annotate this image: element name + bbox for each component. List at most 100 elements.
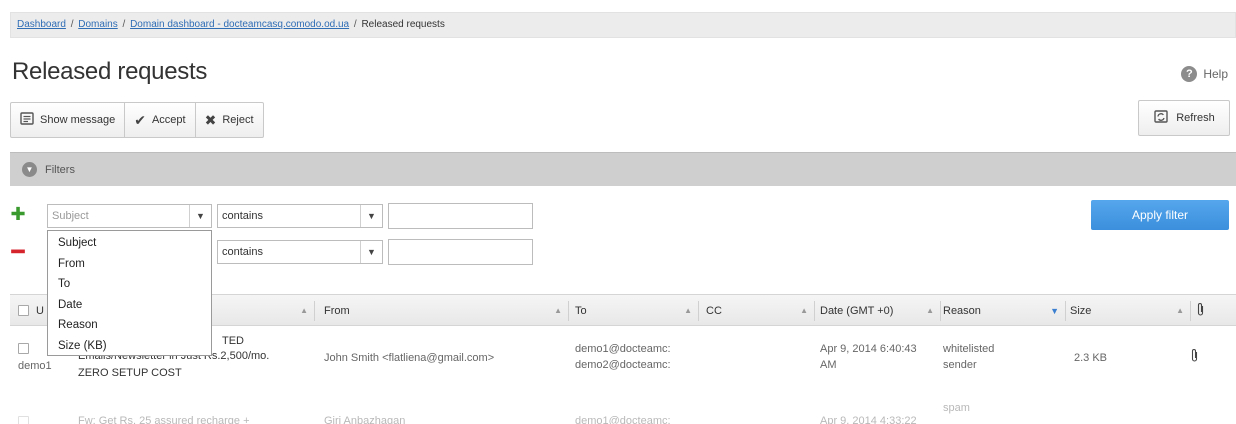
apply-filter-button[interactable]: Apply filter — [1091, 200, 1229, 230]
breadcrumb-separator: / — [70, 19, 74, 30]
sort-icon: ▲ — [1176, 306, 1184, 315]
row-from: Giri Anbazhagan — [324, 415, 406, 424]
column-divider — [940, 301, 941, 321]
row-date-line1: Apr 9, 2014 4:33:22 — [820, 415, 917, 424]
filters-header[interactable]: ▼ Filters — [10, 152, 1236, 186]
column-divider — [814, 301, 815, 321]
accept-label: Accept — [151, 114, 186, 126]
row-to-line1: demo1@docteamc: — [575, 343, 671, 355]
refresh-label: Refresh — [1176, 112, 1215, 124]
row-date-line2: AM — [820, 359, 837, 371]
column-from[interactable]: From ▲ — [324, 295, 568, 326]
column-size[interactable]: Size ▲ — [1070, 295, 1190, 326]
filter-value-input[interactable] — [388, 203, 533, 229]
help-icon: ? — [1181, 66, 1198, 82]
action-toolbar: Show message ✔ Accept ✖ Reject — [10, 102, 264, 138]
row-reason-line2: sender — [943, 359, 977, 371]
column-cc[interactable]: CC ▲ — [706, 295, 814, 326]
sort-icon: ▲ — [684, 306, 692, 315]
dropdown-option-subject[interactable]: Subject — [48, 233, 211, 254]
row-reason-line1: spam — [943, 402, 970, 414]
sort-icon: ▲ — [300, 306, 308, 315]
show-message-label: Show message — [40, 114, 116, 126]
row-to-line2: demo2@docteamc: — [575, 359, 671, 371]
dropdown-option-from[interactable]: From — [48, 254, 211, 275]
column-reason[interactable]: Reason ▼ — [943, 295, 1065, 326]
select-all-checkbox-cell — [18, 295, 29, 326]
column-date[interactable]: Date (GMT +0) ▲ — [820, 295, 940, 326]
checkmark-icon: ✔ — [134, 111, 146, 128]
breadcrumb-domain-dashboard-link[interactable]: Domain dashboard - docteamcasq.comodo.od… — [130, 19, 349, 30]
column-divider — [314, 301, 315, 321]
row-checkbox[interactable] — [18, 343, 29, 354]
sort-desc-icon: ▼ — [1050, 305, 1059, 316]
row-from: John Smith <flatliena@gmail.com> — [324, 352, 495, 364]
filter-operator-value: contains — [222, 210, 263, 222]
row-user: demo1 — [18, 360, 52, 372]
dropdown-option-reason[interactable]: Reason — [48, 315, 211, 336]
accept-button[interactable]: ✔ Accept — [125, 103, 196, 137]
row-size: 2.3 KB — [1074, 352, 1108, 364]
column-attachment[interactable] — [1196, 295, 1226, 326]
row-subject-line3: ZERO SETUP COST — [78, 367, 182, 379]
help-button[interactable]: ? Help — [1181, 66, 1228, 82]
column-date-label: Date (GMT +0) — [820, 304, 894, 317]
reject-label: Reject — [222, 114, 254, 126]
dropdown-option-date[interactable]: Date — [48, 295, 211, 316]
table-row[interactable]: Fw: Get Rs. 25 assured recharge + Giri A… — [10, 396, 1236, 424]
filter-row-1: ✚ — [10, 200, 26, 228]
column-divider — [1065, 301, 1066, 321]
breadcrumb-separator: / — [122, 19, 126, 30]
show-message-button[interactable]: Show message — [11, 103, 126, 137]
breadcrumb-dashboard-link[interactable]: Dashboard — [17, 19, 66, 30]
reject-button[interactable]: ✖ Reject — [196, 103, 263, 137]
column-divider — [568, 301, 569, 321]
dropdown-option-to[interactable]: To — [48, 274, 211, 295]
row-reason-line1: whitelisted — [943, 343, 995, 355]
add-filter-icon[interactable]: ✚ — [10, 204, 26, 225]
column-from-label: From — [324, 304, 350, 317]
sort-icon: ▲ — [554, 306, 562, 315]
filters-title: Filters — [45, 163, 75, 176]
refresh-icon — [1153, 109, 1169, 128]
page-title: Released requests — [12, 58, 208, 85]
column-cc-label: CC — [706, 304, 722, 317]
paperclip-icon — [1190, 348, 1199, 368]
filter-operator-select[interactable]: contains ▼ — [217, 204, 383, 228]
row-date-line1: Apr 9, 2014 6:40:43 — [820, 343, 917, 355]
remove-filter-icon[interactable]: ━ — [10, 239, 26, 265]
message-icon — [20, 112, 34, 128]
chevron-down-icon: ▼ — [360, 241, 382, 263]
chevron-down-icon: ▼ — [22, 162, 37, 177]
row-checkbox[interactable] — [18, 416, 29, 424]
filter-field-value: Subject — [52, 210, 89, 222]
close-icon: ✖ — [204, 111, 217, 128]
row-subject-line1: Fw: Get Rs. 25 assured recharge + — [78, 415, 250, 424]
column-user-label: U — [36, 304, 44, 317]
filter-row-2: ━ — [10, 238, 26, 266]
row-subject-line1: TED — [222, 335, 244, 347]
column-reason-label: Reason — [943, 304, 981, 317]
breadcrumb: Dashboard / Domains / Domain dashboard -… — [10, 12, 1236, 38]
row-to-line1: demo1@docteamc: — [575, 415, 671, 424]
sort-icon: ▲ — [800, 306, 808, 315]
select-all-checkbox[interactable] — [18, 305, 29, 316]
column-divider — [698, 301, 699, 321]
filter-field-select[interactable]: Subject ▼ — [47, 204, 212, 228]
chevron-down-icon: ▼ — [189, 205, 211, 227]
paperclip-icon — [1196, 302, 1205, 320]
dropdown-option-size[interactable]: Size (KB) — [48, 336, 211, 357]
breadcrumb-separator: / — [353, 19, 357, 30]
sort-icon: ▲ — [926, 306, 934, 315]
refresh-button[interactable]: Refresh — [1138, 100, 1230, 136]
column-to[interactable]: To ▲ — [575, 295, 698, 326]
filter-operator-select-2[interactable]: contains ▼ — [217, 240, 383, 264]
filter-field-dropdown: Subject From To Date Reason Size (KB) — [47, 230, 212, 356]
column-size-label: Size — [1070, 304, 1092, 317]
breadcrumb-current: Released requests — [361, 19, 445, 30]
chevron-down-icon: ▼ — [360, 205, 382, 227]
filter-value-input-2[interactable] — [388, 239, 533, 265]
help-label: Help — [1203, 67, 1228, 81]
breadcrumb-domains-link[interactable]: Domains — [78, 19, 117, 30]
column-subject[interactable]: ▲ — [210, 295, 314, 326]
